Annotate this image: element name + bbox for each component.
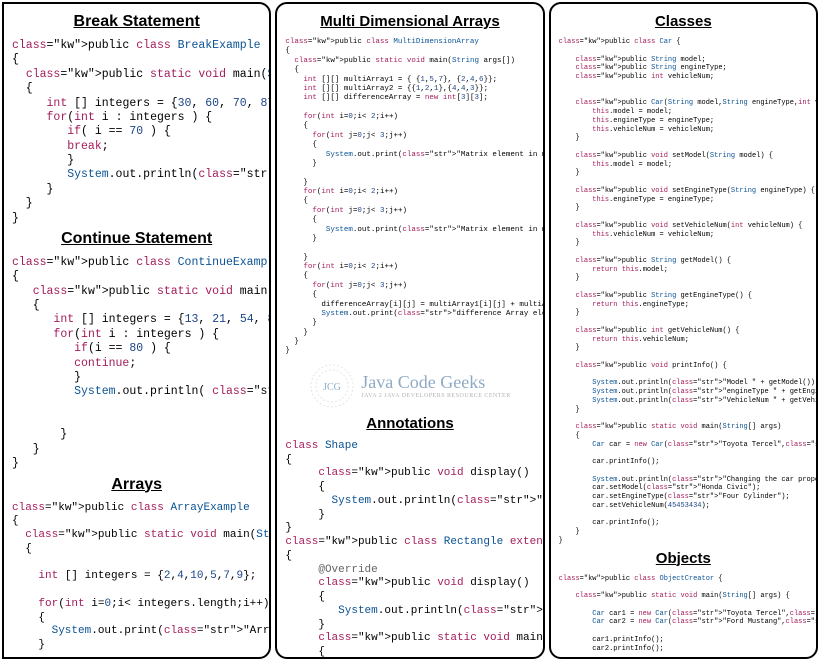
heading-annotations: Annotations — [285, 415, 534, 432]
code-continue-example: class="kw">public class ContinueExample … — [12, 256, 261, 472]
svg-text:JCG: JCG — [323, 382, 341, 393]
watermark-title: Java Code Geeks — [361, 372, 510, 393]
heading-objects: Objects — [559, 550, 808, 567]
watermark-logo: JCG Java Code Geeks JAVA 2 JAVA DEVELOPE… — [285, 363, 534, 409]
column-classes-objects: Classes class="kw">public class Car { cl… — [549, 2, 818, 659]
heading-break-statement: Break Statement — [12, 13, 261, 31]
heading-continue-statement: Continue Statement — [12, 230, 261, 248]
code-multidimension-array: class="kw">public class MultiDimensionAr… — [285, 38, 534, 357]
heading-multi-dimensional-arrays: Multi Dimensional Arrays — [285, 13, 534, 30]
code-break-example: class="kw">public class BreakExample { c… — [12, 39, 261, 226]
heading-arrays: Arrays — [12, 476, 261, 494]
code-car-class: class="kw">public class Car { class="kw"… — [559, 38, 808, 546]
code-array-example: class="kw">public class ArrayExample { c… — [12, 502, 261, 660]
code-object-creator: class="kw">public class ObjectCreator { … — [559, 575, 808, 660]
heading-classes: Classes — [559, 13, 808, 30]
code-annotations-example: class Shape { class="kw">public void dis… — [285, 440, 534, 659]
watermark-subtitle: JAVA 2 JAVA DEVELOPERS RESOURCE CENTER — [361, 393, 510, 399]
jcg-logo-icon: JCG — [309, 363, 355, 409]
column-break-continue-arrays: Break Statement class="kw">public class … — [2, 2, 271, 659]
column-multidim-annotations: Multi Dimensional Arrays class="kw">publ… — [275, 2, 544, 659]
